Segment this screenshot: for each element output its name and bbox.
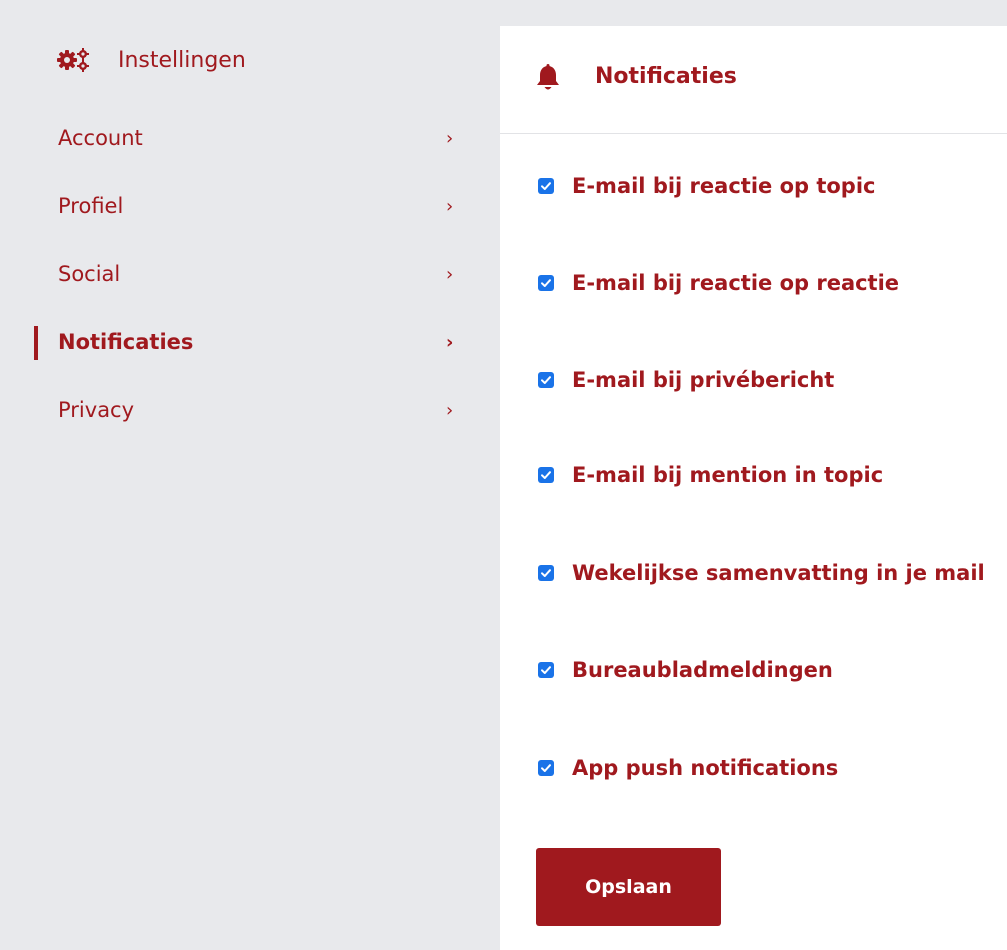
sidebar-header: Instellingen <box>56 40 246 80</box>
chevron-right-icon: › <box>446 195 454 217</box>
option-email-reactie-reactie[interactable]: E-mail bij reactie op reactie <box>538 271 899 295</box>
sidebar-item-label: Privacy <box>58 398 135 422</box>
sidebar-item-label: Profiel <box>58 194 124 218</box>
checkbox-checked[interactable] <box>538 467 554 483</box>
sidebar-item-label: Notificaties <box>58 330 194 354</box>
option-email-privebericht[interactable]: E-mail bij privébericht <box>538 368 834 392</box>
option-label: E-mail bij mention in topic <box>572 463 884 487</box>
chevron-right-icon: › <box>446 331 454 353</box>
chevron-right-icon: › <box>446 263 454 285</box>
panel-header: Notificaties <box>500 26 1007 134</box>
sidebar-item-label: Account <box>58 126 143 150</box>
option-label: E-mail bij reactie op topic <box>572 174 876 198</box>
option-label: Wekelijkse samenvatting in je mail <box>572 561 985 585</box>
chevron-right-icon: › <box>446 399 454 421</box>
sidebar-item-profiel[interactable]: Profiel › <box>0 172 500 240</box>
sidebar-item-account[interactable]: Account › <box>0 104 500 172</box>
sidebar-title: Instellingen <box>118 47 246 73</box>
option-label: E-mail bij reactie op reactie <box>572 271 900 295</box>
option-bureaubladmeldingen[interactable]: Bureaubladmeldingen <box>538 658 833 682</box>
sidebar-item-privacy[interactable]: Privacy › <box>0 376 500 444</box>
gears-icon <box>56 46 96 74</box>
sidebar-item-label: Social <box>58 262 121 286</box>
checkbox-checked[interactable] <box>538 662 554 678</box>
notifications-panel: Notificaties E-mail bij reactie op topic… <box>500 26 1007 950</box>
option-email-mention-topic[interactable]: E-mail bij mention in topic <box>538 463 883 487</box>
option-wekelijkse-samenvatting[interactable]: Wekelijkse samenvatting in je mail <box>538 561 985 585</box>
checkbox-checked[interactable] <box>538 760 554 776</box>
bell-icon <box>536 64 560 92</box>
sidebar-item-notificaties[interactable]: Notificaties › <box>0 308 500 376</box>
panel-title: Notificaties <box>595 64 737 89</box>
checkbox-checked[interactable] <box>538 178 554 194</box>
sidebar-item-social[interactable]: Social › <box>0 240 500 308</box>
option-label: E-mail bij privébericht <box>572 368 835 392</box>
settings-nav: Account › Profiel › Social › Notificatie… <box>0 104 500 444</box>
option-label: Bureaubladmeldingen <box>572 658 833 682</box>
checkbox-checked[interactable] <box>538 565 554 581</box>
checkbox-checked[interactable] <box>538 372 554 388</box>
checkbox-checked[interactable] <box>538 275 554 291</box>
option-email-reactie-topic[interactable]: E-mail bij reactie op topic <box>538 174 876 198</box>
option-app-push[interactable]: App push notifications <box>538 756 838 780</box>
save-button[interactable]: Opslaan <box>536 848 721 926</box>
settings-sidebar: Instellingen Account › Profiel › Social … <box>0 0 500 950</box>
chevron-right-icon: › <box>446 127 454 149</box>
option-label: App push notifications <box>572 756 839 780</box>
